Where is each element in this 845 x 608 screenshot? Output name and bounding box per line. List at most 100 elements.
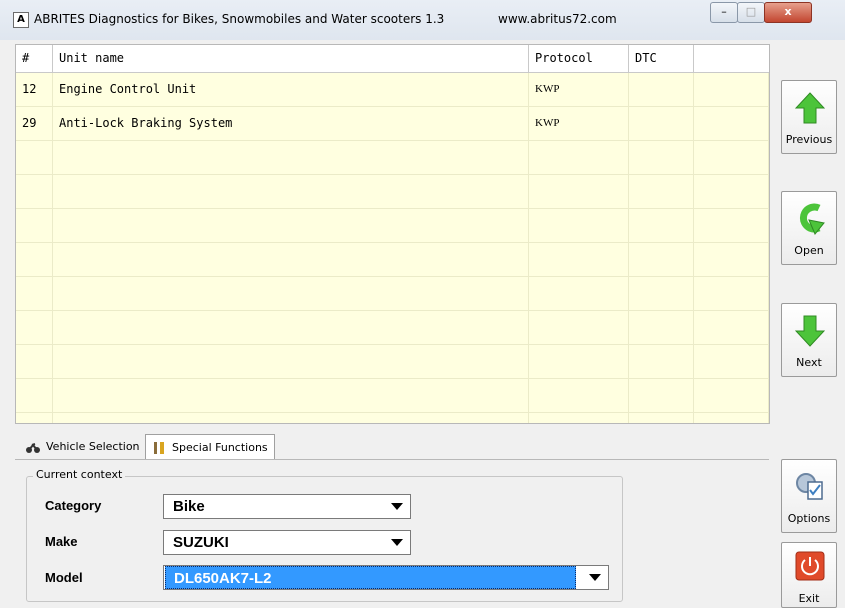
chevron-down-icon[interactable]: [382, 531, 410, 554]
grid-cell-empty: [629, 345, 694, 378]
grid-cell-empty: [53, 277, 529, 310]
row-dtc: [629, 107, 694, 140]
tab-special-functions[interactable]: Special Functions: [145, 434, 275, 460]
chevron-down-icon[interactable]: [382, 495, 410, 518]
maximize-button[interactable]: □: [737, 2, 765, 23]
table-row-empty: [16, 413, 769, 423]
grid-cell-empty: [694, 379, 769, 412]
row-number: 12: [16, 73, 53, 106]
row-number: 29: [16, 107, 53, 140]
column-header-unit-name[interactable]: Unit name: [53, 45, 529, 72]
chevron-down-icon[interactable]: [580, 566, 608, 589]
table-row-empty: [16, 209, 769, 243]
row-extra: [694, 73, 769, 106]
exit-label: Exit: [798, 592, 820, 605]
grid-cell-empty: [694, 141, 769, 174]
grid-cell-empty: [694, 209, 769, 242]
grid-cell-empty: [629, 311, 694, 344]
grid-cell-empty: [629, 243, 694, 276]
column-header-dtc[interactable]: DTC: [629, 45, 694, 72]
make-value: SUZUKI: [173, 534, 229, 551]
grid-cell-empty: [16, 141, 53, 174]
close-button[interactable]: x: [764, 2, 812, 23]
grid-cell-empty: [529, 345, 629, 378]
grid-cell-empty: [53, 413, 529, 423]
make-label: Make: [45, 534, 78, 549]
category-label: Category: [45, 498, 102, 513]
grid-cell-empty: [53, 141, 529, 174]
grid-cell-empty: [694, 175, 769, 208]
tools-icon: [154, 442, 164, 454]
model-select[interactable]: DL650AK7-L2: [163, 565, 609, 590]
grid-cell-empty: [694, 277, 769, 310]
table-row-empty: [16, 311, 769, 345]
row-dtc: [629, 73, 694, 106]
grid-cell-empty: [629, 413, 694, 423]
grid-cell-empty: [16, 277, 53, 310]
grid-cell-empty: [694, 311, 769, 344]
minimize-button[interactable]: –: [710, 2, 738, 23]
title-bar: A ABRITES Diagnostics for Bikes, Snowmob…: [0, 0, 845, 40]
options-label: Options: [787, 512, 831, 525]
column-header-extra: [694, 45, 769, 72]
grid-cell-empty: [629, 277, 694, 310]
tab-panel-border: [15, 459, 769, 460]
group-legend: Current context: [33, 468, 126, 481]
grid-cell-empty: [694, 243, 769, 276]
table-row[interactable]: 29 Anti-Lock Braking System KWP: [16, 107, 769, 141]
grid-cell-empty: [53, 311, 529, 344]
table-row-empty: [16, 379, 769, 413]
power-icon: [795, 551, 825, 581]
row-protocol: KWP: [529, 107, 629, 140]
window-title: ABRITES Diagnostics for Bikes, Snowmobil…: [34, 12, 445, 26]
grid-cell-empty: [629, 209, 694, 242]
grid-header: # Unit name Protocol DTC: [16, 45, 769, 73]
exit-button[interactable]: Exit: [781, 542, 837, 608]
column-header-number[interactable]: #: [16, 45, 53, 72]
category-value: Bike: [173, 498, 205, 515]
grid-cell-empty: [694, 413, 769, 423]
grid-cell-empty: [16, 311, 53, 344]
previous-label: Previous: [785, 133, 833, 146]
next-button[interactable]: Next: [781, 303, 837, 377]
tab-vehicle-selection[interactable]: Vehicle Selection: [20, 434, 143, 460]
table-row-empty: [16, 345, 769, 379]
category-select[interactable]: Bike: [163, 494, 411, 519]
down-arrow-icon: [795, 315, 825, 347]
previous-button[interactable]: Previous: [781, 80, 837, 154]
model-label: Model: [45, 570, 83, 585]
row-protocol: KWP: [529, 73, 629, 106]
table-row[interactable]: 12 Engine Control Unit KWP: [16, 73, 769, 107]
grid-cell-empty: [529, 243, 629, 276]
grid-cell-empty: [16, 175, 53, 208]
grid-cell-empty: [53, 209, 529, 242]
column-header-protocol[interactable]: Protocol: [529, 45, 629, 72]
options-button[interactable]: Options: [781, 459, 837, 533]
grid-cell-empty: [529, 209, 629, 242]
model-value: DL650AK7-L2: [165, 566, 576, 589]
table-row-empty: [16, 175, 769, 209]
motorbike-icon: [26, 443, 40, 453]
open-button[interactable]: Open: [781, 191, 837, 265]
tab-special-functions-label: Special Functions: [172, 441, 268, 454]
table-row-empty: [16, 277, 769, 311]
grid-cell-empty: [629, 379, 694, 412]
app-icon: A: [13, 12, 29, 28]
up-arrow-icon: [795, 92, 825, 124]
grid-cell-empty: [16, 243, 53, 276]
website-url: www.abritus72.com: [498, 12, 617, 26]
unit-grid[interactable]: # Unit name Protocol DTC 12 Engine Contr…: [15, 44, 770, 424]
make-select[interactable]: SUZUKI: [163, 530, 411, 555]
grid-cell-empty: [529, 379, 629, 412]
grid-cell-empty: [629, 175, 694, 208]
grid-cell-empty: [53, 243, 529, 276]
grid-cell-empty: [629, 141, 694, 174]
row-unit-name: Anti-Lock Braking System: [53, 107, 529, 140]
open-label: Open: [794, 244, 824, 257]
row-extra: [694, 107, 769, 140]
grid-cell-empty: [53, 345, 529, 378]
grid-cell-empty: [16, 345, 53, 378]
grid-cell-empty: [53, 175, 529, 208]
grid-cell-empty: [16, 413, 53, 423]
grid-cell-empty: [529, 175, 629, 208]
